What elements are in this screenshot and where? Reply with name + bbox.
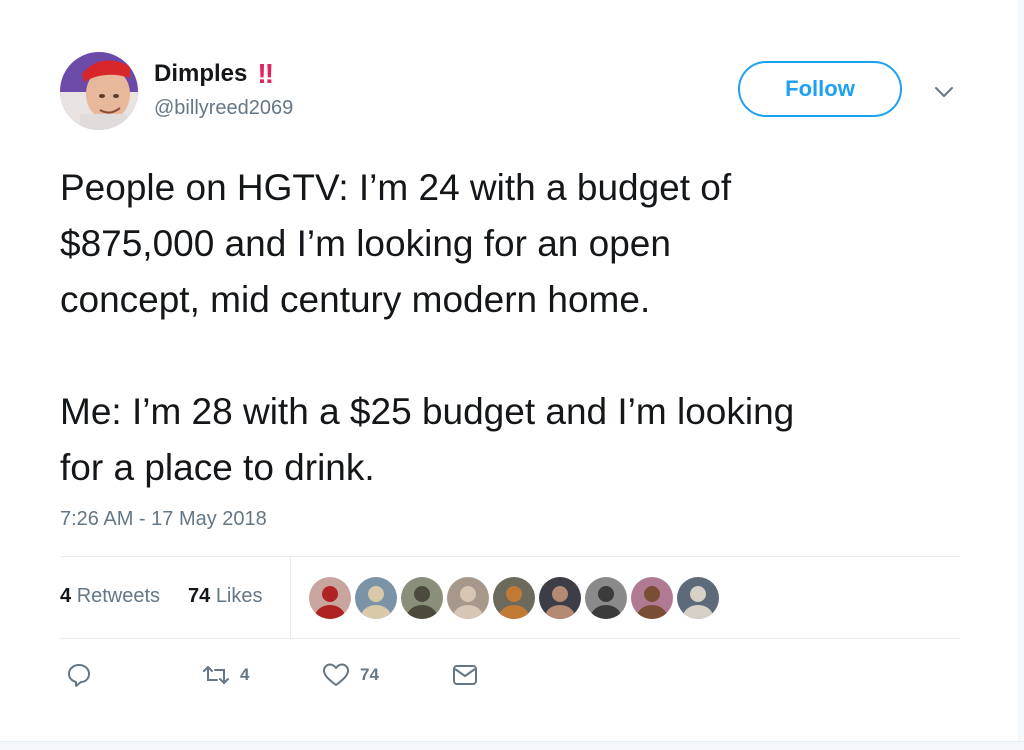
liker-avatar[interactable] <box>538 576 582 620</box>
chevron-down-icon[interactable] <box>932 80 956 104</box>
envelope-icon <box>452 663 478 687</box>
tweet-timestamp[interactable]: 7:26 AM - 17 May 2018 <box>60 508 267 531</box>
display-name[interactable]: Dimples <box>154 60 247 88</box>
likes-label: Likes <box>215 585 263 607</box>
retweets-count: 4 <box>60 585 72 607</box>
retweets-label: Retweets <box>76 585 161 607</box>
liker-avatar[interactable] <box>492 576 536 620</box>
window-edge <box>1018 0 1024 750</box>
liker-avatar[interactable] <box>308 576 352 620</box>
divider <box>60 638 960 639</box>
window-bottom-edge <box>0 741 1024 750</box>
reply-button[interactable] <box>66 655 92 695</box>
retweets-stat[interactable]: 4 Retweets <box>60 585 160 608</box>
liker-avatar[interactable] <box>584 576 628 620</box>
liker-avatar[interactable] <box>446 576 490 620</box>
like-count: 74 <box>360 665 379 684</box>
display-name-row[interactable]: Dimples !! <box>154 58 274 90</box>
follow-button[interactable]: Follow <box>738 61 902 117</box>
tweet-text: People on HGTV: I’m 24 with a budget of … <box>60 167 795 488</box>
like-button[interactable]: 74 <box>322 655 379 695</box>
liker-avatar[interactable] <box>676 576 720 620</box>
retweet-icon <box>202 662 230 688</box>
tweet-stats: 4 Retweets 74 Likes <box>60 557 960 638</box>
liker-avatar[interactable] <box>630 576 674 620</box>
user-handle[interactable]: @billyreed2069 <box>154 97 293 120</box>
direct-message-button[interactable] <box>452 655 478 695</box>
avatar[interactable] <box>60 52 138 130</box>
reply-icon <box>66 662 92 688</box>
likes-count: 74 <box>188 585 211 607</box>
stats-divider <box>290 557 291 638</box>
liker-avatar[interactable] <box>400 576 444 620</box>
double-exclamation-emoji: !! <box>257 58 274 89</box>
tweet-actions: 4 74 <box>60 655 960 695</box>
liker-avatar[interactable] <box>354 576 398 620</box>
retweet-count: 4 <box>240 665 250 684</box>
tweet-card: Dimples !! @billyreed2069 Follow People … <box>60 0 960 742</box>
retweet-button[interactable]: 4 <box>202 655 249 695</box>
likes-stat[interactable]: 74 Likes <box>188 585 263 608</box>
heart-icon <box>322 662 350 688</box>
